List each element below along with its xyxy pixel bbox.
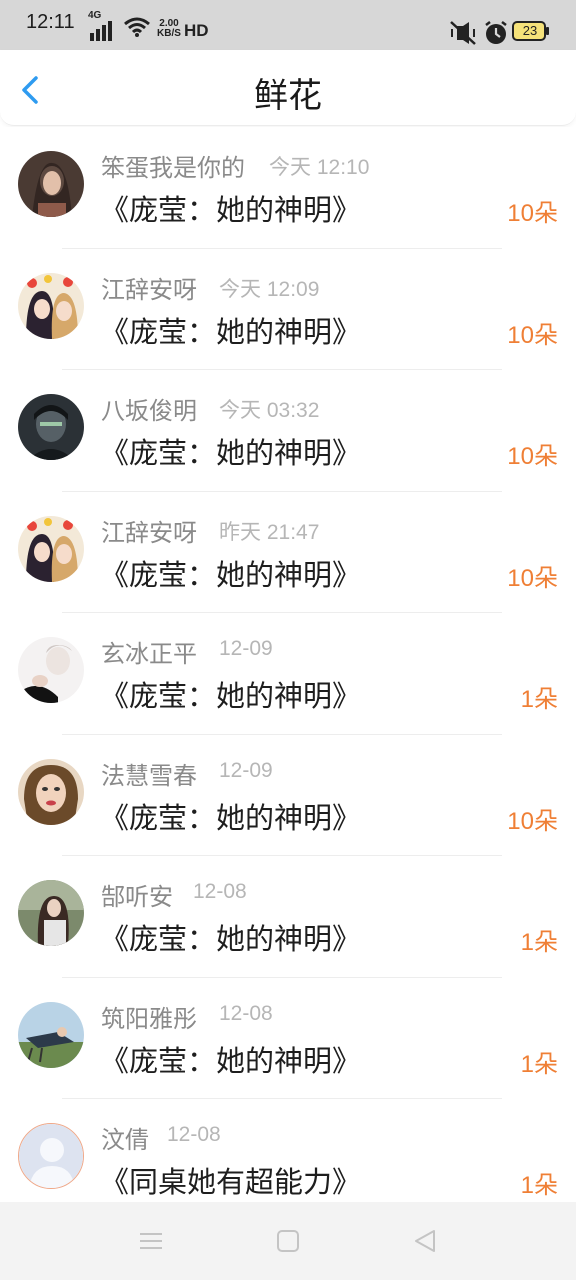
mute-vibrate-icon (450, 21, 476, 45)
book-title: 《同桌她有超能力》 (100, 1165, 362, 1199)
user-name: 筑阳雅彤 (101, 1004, 197, 1033)
flower-count: 1朵 (520, 1050, 558, 1078)
signal-icon (90, 21, 112, 41)
avatar[interactable] (18, 1123, 84, 1189)
home-square-icon[interactable] (273, 1226, 303, 1256)
status-bar: 12:11 4G 2.00 KB/S HD 23 (0, 0, 576, 50)
status-time: 12:11 (26, 11, 75, 33)
timestamp: 昨天 21:47 (219, 520, 320, 544)
timestamp: 12-09 (219, 637, 273, 660)
book-title: 《庞莹：她的神明》 (100, 436, 362, 470)
list-item[interactable]: 江辞安呀 昨天 21:47 《庞莹：她的神明》 10朵 (0, 492, 576, 613)
user-name: 笨蛋我是你的 (101, 154, 245, 182)
timestamp: 12-08 (167, 1123, 221, 1146)
book-title: 《庞莹：她的神明》 (100, 922, 362, 956)
avatar[interactable] (18, 1001, 84, 1068)
avatar[interactable] (18, 880, 84, 946)
flower-count: 1朵 (520, 686, 558, 713)
timestamp: 12-09 (219, 758, 273, 782)
user-name: 八坂俊明 (101, 397, 197, 425)
avatar[interactable] (18, 637, 84, 703)
avatar[interactable] (18, 394, 84, 460)
menu-icon[interactable] (136, 1226, 166, 1256)
avatar[interactable] (18, 272, 84, 339)
avatar[interactable] (18, 151, 84, 217)
list-item[interactable]: 笨蛋我是你的 今天 12:10 《庞莹：她的神明》 10朵 (0, 127, 576, 249)
system-nav-bar (0, 1202, 576, 1280)
list-item[interactable]: 江辞安呀 今天 12:09 《庞莹：她的神明》 10朵 (0, 249, 576, 370)
speed-unit: KB/S (157, 28, 181, 39)
list-item[interactable]: 筑阳雅彤 12-08 《庞莹：她的神明》 1朵 (0, 978, 576, 1099)
flower-count: 10朵 (507, 321, 558, 349)
book-title: 《庞莹：她的神明》 (100, 679, 362, 713)
user-name: 江辞安呀 (101, 518, 197, 547)
list-item[interactable]: 汶倩 12-08 《同桌她有超能力》 1朵 (0, 1099, 576, 1202)
list-item[interactable]: 八坂俊明 今天 03:32 《庞莹：她的神明》 10朵 (0, 370, 576, 492)
book-title: 《庞莹：她的神明》 (100, 800, 362, 835)
user-name: 江辞安呀 (101, 275, 197, 304)
list-item[interactable]: 郜听安 12-08 《庞莹：她的神明》 1朵 (0, 856, 576, 978)
list-item[interactable]: 法慧雪春 12-09 《庞莹：她的神明》 10朵 (0, 735, 576, 856)
hd-indicator: HD (184, 21, 209, 40)
back-triangle-icon[interactable] (410, 1226, 440, 1256)
user-name: 法慧雪春 (101, 761, 197, 790)
flower-count: 10朵 (507, 200, 558, 227)
timestamp: 12-08 (193, 880, 247, 903)
flower-count: 10朵 (507, 807, 558, 835)
book-title: 《庞莹：她的神明》 (100, 314, 362, 349)
header: 鲜花 (0, 50, 576, 126)
book-title: 《庞莹：她的神明》 (100, 1043, 362, 1078)
alarm-icon (485, 21, 507, 44)
timestamp: 今天 12:10 (269, 156, 370, 179)
book-title: 《庞莹：她的神明》 (100, 193, 362, 227)
book-title: 《庞莹：她的神明》 (100, 557, 362, 592)
battery-level: 23 (522, 23, 538, 38)
wifi-icon (124, 17, 150, 37)
timestamp: 12-08 (219, 1001, 273, 1025)
timestamp: 今天 12:09 (219, 277, 320, 301)
user-name: 郜听安 (101, 883, 173, 911)
flower-count: 1朵 (520, 929, 558, 956)
avatar[interactable] (18, 515, 84, 582)
flower-count: 10朵 (507, 443, 558, 470)
user-name: 玄冰正平 (101, 640, 197, 668)
timestamp: 今天 03:32 (219, 399, 320, 422)
flower-count: 1朵 (520, 1172, 558, 1199)
avatar[interactable] (18, 758, 84, 825)
user-name: 汶倩 (101, 1126, 149, 1154)
list-item[interactable]: 玄冰正平 12-09 《庞莹：她的神明》 1朵 (0, 613, 576, 735)
flower-gift-list[interactable]: 笨蛋我是你的 今天 12:10 《庞莹：她的神明》 10朵 江辞安呀 今天 12… (0, 127, 576, 1202)
page-title: 鲜花 (254, 76, 322, 116)
network-speed: 2.00 KB/S (154, 19, 184, 39)
flower-count: 10朵 (507, 564, 558, 592)
